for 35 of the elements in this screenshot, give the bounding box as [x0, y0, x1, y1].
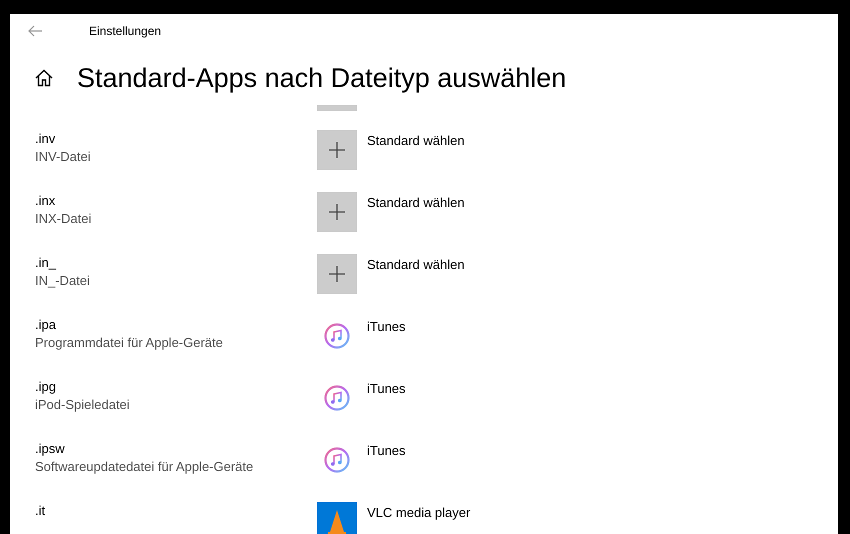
music-note-icon: [324, 385, 350, 411]
plus-icon: [328, 265, 346, 283]
app-tile[interactable]: [317, 105, 357, 111]
window-title: Einstellungen: [89, 24, 162, 38]
file-extension: .ipsw: [35, 440, 66, 457]
app-name[interactable]: iTunes: [367, 380, 406, 440]
file-type-description: iPod-Spieledatei: [35, 396, 131, 414]
file-extension: .inx: [35, 192, 56, 209]
traffic-cone-icon: [317, 502, 357, 534]
choose-default-button[interactable]: [317, 130, 357, 170]
file-extension: .inv: [35, 130, 56, 147]
plus-icon: [328, 141, 346, 159]
choose-default-link[interactable]: Standard wählen: [367, 132, 465, 192]
file-extension: .ipg: [35, 378, 57, 395]
file-type-description: IN_-Datei: [35, 272, 91, 290]
file-type-description: INX-Datei: [35, 210, 92, 228]
file-extension: .in_: [35, 254, 58, 271]
plus-icon: [328, 203, 346, 221]
app-name[interactable]: iTunes: [367, 318, 406, 378]
home-icon[interactable]: [34, 68, 54, 88]
choose-default-link[interactable]: Standard wählen: [367, 194, 465, 254]
file-type-description: Programmdatei für Apple-Geräte: [35, 334, 224, 352]
page-title: Standard-Apps nach Dateityp auswählen: [77, 62, 566, 94]
music-note-icon: [324, 447, 350, 473]
app-name[interactable]: VLC media player: [367, 504, 470, 534]
file-type-description: INV-Datei: [35, 148, 92, 166]
back-arrow-icon[interactable]: [27, 23, 43, 39]
file-extension: .ipa: [35, 316, 57, 333]
choose-default-link[interactable]: Standard wählen: [367, 256, 465, 316]
file-extension: .it: [35, 502, 46, 519]
choose-default-button[interactable]: [317, 254, 357, 294]
file-type-description: Softwareupdatedatei für Apple-Geräte: [35, 458, 254, 476]
app-name[interactable]: iTunes: [367, 442, 406, 502]
choose-default-button[interactable]: [317, 192, 357, 232]
music-note-icon: [324, 323, 350, 349]
